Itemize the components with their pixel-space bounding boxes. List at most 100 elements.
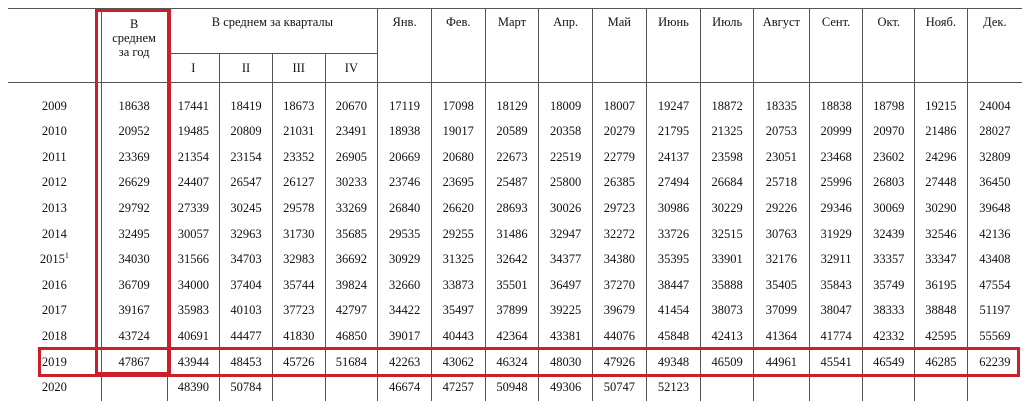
value-cell: 42364 — [484, 323, 539, 350]
value-cell: 19215 — [914, 82, 968, 119]
value-cell: 24137 — [645, 144, 701, 171]
value-cell: 42797 — [324, 298, 378, 324]
value-cell: 38047 — [808, 298, 863, 324]
value-cell: 38447 — [645, 272, 701, 299]
value-cell — [700, 374, 754, 401]
value-cell: 29723 — [591, 195, 647, 222]
annual-header: В среднем за год — [100, 8, 168, 83]
month-header-5: Май — [591, 8, 647, 83]
value-cell: 40443 — [430, 323, 486, 350]
value-cell: 18129 — [484, 82, 539, 119]
value-cell: 43381 — [538, 323, 593, 350]
table-row: 2018 43724 40691 44477 41830 46850 39017 40443 4… — [8, 323, 1022, 350]
table-body: 2009 18638 17441 18419 18673 20670 17119 17098 1… — [8, 82, 1022, 401]
value-cell: 51197 — [966, 298, 1022, 324]
value-cell: 41454 — [645, 298, 701, 324]
year-cell: 2009 — [8, 83, 101, 120]
value-cell: 39225 — [538, 298, 593, 324]
table-row: 2017 39167 35983 40103 37723 42797 34422 35497 3… — [8, 298, 1022, 324]
value-cell: 30929 — [377, 246, 432, 273]
value-cell: 45541 — [808, 349, 863, 375]
year-header — [8, 8, 102, 83]
value-cell: 31325 — [430, 246, 486, 273]
value-cell: 40103 — [219, 298, 273, 324]
value-cell: 46285 — [914, 349, 968, 375]
value-cell: 31486 — [484, 221, 539, 247]
annual-value-cell: 47867 — [100, 349, 168, 375]
value-cell: 24296 — [914, 144, 968, 171]
annual-value-cell: 23369 — [100, 144, 168, 171]
value-cell: 29255 — [430, 221, 486, 247]
value-cell: 49348 — [645, 349, 701, 375]
value-cell: 42263 — [377, 349, 432, 375]
value-cell: 35685 — [324, 221, 378, 247]
value-cell: 37899 — [484, 298, 539, 324]
value-cell: 33357 — [862, 246, 915, 273]
year-label: 2017 — [41, 303, 67, 318]
value-cell: 30290 — [914, 195, 968, 222]
value-cell: 26684 — [700, 170, 754, 196]
value-cell: 18009 — [538, 82, 593, 119]
value-cell: 19247 — [645, 82, 701, 119]
value-cell: 20669 — [377, 144, 432, 171]
annual-value-cell: 32495 — [100, 221, 168, 247]
month-header-6: Июнь — [645, 8, 701, 83]
value-cell: 39679 — [591, 298, 647, 324]
value-cell: 21325 — [700, 119, 754, 145]
year-label: 2019 — [41, 354, 67, 369]
value-cell: 34377 — [538, 246, 593, 273]
value-cell: 32439 — [862, 221, 915, 247]
value-cell: 35983 — [166, 298, 220, 324]
value-cell: 36195 — [914, 272, 968, 299]
year-label: 2010 — [41, 124, 67, 139]
value-cell: 27448 — [914, 170, 968, 196]
value-cell: 22779 — [591, 144, 647, 171]
value-cell: 26620 — [430, 195, 486, 222]
value-cell: 30057 — [166, 221, 220, 247]
year-label: 2020 — [41, 380, 67, 395]
value-cell: 46324 — [484, 349, 539, 375]
value-cell: 32660 — [377, 272, 432, 299]
value-cell: 33347 — [914, 246, 968, 273]
month-header-2: Фев. — [430, 8, 486, 83]
value-cell: 33873 — [430, 272, 486, 299]
value-cell: 20753 — [753, 119, 810, 145]
value-cell: 23051 — [753, 144, 810, 171]
value-cell: 33726 — [645, 221, 701, 247]
year-cell: 20151 — [8, 247, 101, 273]
value-cell: 31730 — [271, 221, 326, 247]
value-cell: 32963 — [219, 221, 273, 247]
value-cell: 32515 — [700, 221, 754, 247]
value-cell: 41774 — [808, 323, 863, 350]
value-cell: 18798 — [862, 82, 915, 119]
value-cell: 38333 — [862, 298, 915, 324]
value-cell: 34422 — [377, 298, 432, 324]
table-row: 2012 26629 24407 26547 26127 30233 23746 23695 2… — [8, 170, 1022, 196]
value-cell: 22673 — [484, 144, 539, 171]
annual-value-cell: 43724 — [100, 323, 168, 350]
value-cell: 23352 — [271, 144, 326, 171]
value-cell: 32272 — [591, 221, 647, 247]
value-cell: 47554 — [966, 272, 1022, 299]
value-cell: 34380 — [591, 246, 647, 273]
value-cell: 50948 — [484, 374, 539, 401]
value-cell: 37404 — [219, 272, 273, 299]
value-cell — [753, 374, 810, 401]
value-cell: 35843 — [808, 272, 863, 299]
value-cell: 32642 — [484, 246, 539, 273]
value-cell: 20809 — [219, 119, 273, 145]
value-cell: 20589 — [484, 119, 539, 145]
value-cell: 30229 — [700, 195, 754, 222]
value-cell: 35405 — [753, 272, 810, 299]
table-row: 20151 34030 31566 34703 32983 36692 30929 31325… — [8, 246, 1022, 273]
value-cell: 22519 — [538, 144, 593, 171]
value-cell: 37270 — [591, 272, 647, 299]
year-cell: 2018 — [8, 324, 101, 350]
value-cell: 30763 — [753, 221, 810, 247]
value-cell: 41830 — [271, 323, 326, 350]
value-cell: 18007 — [591, 82, 647, 119]
table-row: 2016 36709 34000 37404 35744 39824 32660 33873 3… — [8, 272, 1022, 299]
year-label: 2012 — [41, 175, 67, 190]
value-cell: 39824 — [324, 272, 378, 299]
value-cell — [324, 374, 378, 401]
